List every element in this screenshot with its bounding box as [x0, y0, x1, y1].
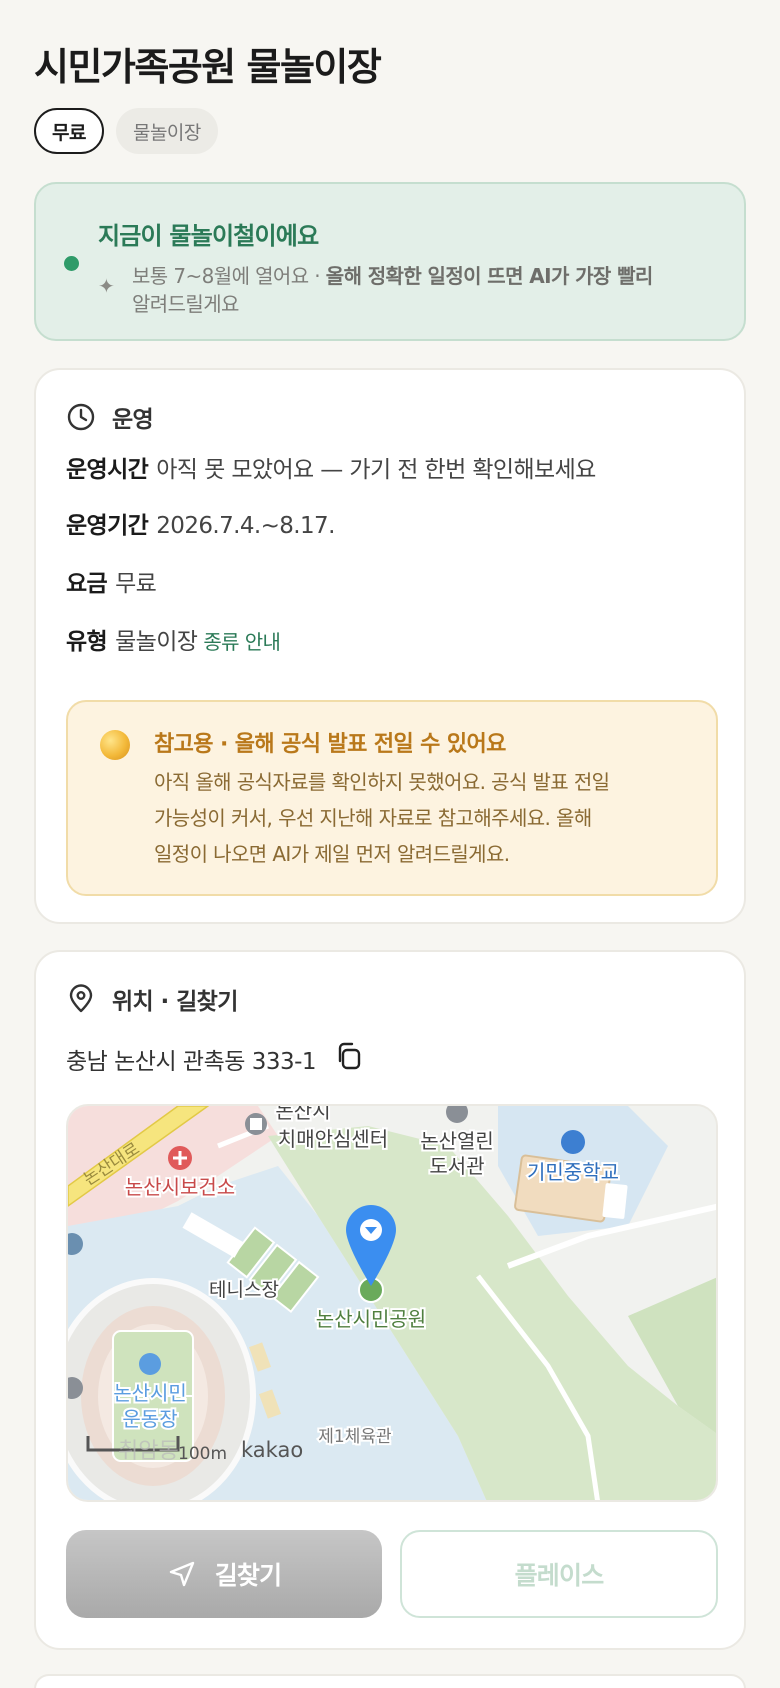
- info-value: 아직 못 모았어요 — 가기 전 한번 확인해보세요: [156, 457, 596, 483]
- season-title: 지금이 물놀이철이에요: [98, 222, 319, 250]
- sparkle-icon: ✦: [98, 274, 115, 298]
- map-label-park: 논산시민공원: [316, 1307, 426, 1331]
- next-card-edge: [34, 1674, 746, 1688]
- map-scale-label: 100m: [178, 1444, 227, 1464]
- place-button-label: 플레이스: [514, 1561, 605, 1590]
- map-label-faded: 취암동: [118, 1439, 179, 1464]
- status-dot-icon: [64, 256, 79, 271]
- address-text: 충남 논산시 관촉동 333-1: [66, 1049, 317, 1075]
- info-row-type: 유형 물놀이장 종류 안내: [66, 622, 281, 656]
- location-heading: 위치 · 길찾기: [112, 989, 238, 1015]
- map-label-school: 기민중학교: [527, 1160, 619, 1184]
- map-label-dementia-2: 치매안심센터: [278, 1127, 388, 1151]
- place-button[interactable]: 플레이스: [400, 1530, 718, 1618]
- type-guide-link[interactable]: 종류 안내: [203, 630, 281, 654]
- info-key: 요금: [66, 571, 108, 597]
- tag-category[interactable]: 물놀이장: [115, 108, 218, 154]
- map-label-gym: 제1체육관: [318, 1427, 391, 1447]
- info-key: 유형: [66, 629, 108, 655]
- tag-list: 무료 물놀이장: [34, 108, 218, 154]
- notice-line: 일정이 나오면 AI가 제일 먼저 알려드릴게요.: [154, 842, 510, 866]
- notice-line: 가능성이 커서, 우선 지난해 자료로 참고해주세요. 올해: [154, 806, 592, 830]
- season-description: 보통 7~8월에 열어요 · 올해 정확한 일정이 뜨면 AI가 가장 빨리알려…: [132, 262, 732, 318]
- season-desc-tail: 알려드릴게요: [132, 292, 239, 316]
- reference-notice: 참고용 · 올해 공식 발표 전일 수 있어요 아직 올해 공식자료를 확인하지…: [66, 700, 718, 896]
- map-label-library-1: 논산열린: [420, 1129, 494, 1153]
- notice-title: 참고용 · 올해 공식 발표 전일 수 있어요: [154, 732, 506, 757]
- info-key: 운영시간: [66, 457, 149, 483]
- season-banner: 지금이 물놀이철이에요 ✦ 보통 7~8월에 열어요 · 올해 정확한 일정이 …: [34, 182, 746, 341]
- info-value: 무료: [115, 571, 157, 597]
- info-value: 물놀이장: [115, 629, 198, 655]
- map-label-stadium-2: 운동장: [122, 1407, 177, 1431]
- notice-body: 아직 올해 공식자료를 확인하지 못했어요. 공식 발표 전일 가능성이 커서,…: [154, 764, 674, 872]
- season-desc-bold: 올해 정확한 일정이 뜨면 AI가 가장 빨리: [325, 264, 654, 288]
- operation-header: 운영: [66, 400, 154, 434]
- info-row-period: 운영기간 2026.7.4.~8.17.: [66, 506, 335, 540]
- info-row-fee: 요금 무료: [66, 564, 157, 598]
- operation-heading: 운영: [112, 407, 154, 433]
- info-row-hours: 운영시간 아직 못 모았어요 — 가기 전 한번 확인해보세요: [66, 450, 596, 484]
- map-label-stadium-1: 논산시민: [113, 1381, 187, 1405]
- notice-line: 아직 올해 공식자료를 확인하지 못했어요. 공식 발표 전일: [154, 770, 610, 794]
- map-label-tennis: 테니스장: [209, 1279, 279, 1301]
- info-key: 운영기간: [66, 513, 149, 539]
- map-provider-logo: kakao: [241, 1438, 303, 1462]
- pin-icon: [69, 984, 93, 1013]
- page-title: 시민가족공원 물놀이장: [34, 45, 382, 89]
- map-label-library-2: 도서관: [429, 1154, 484, 1178]
- route-button[interactable]: 길찾기: [66, 1530, 382, 1618]
- route-button-label: 길찾기: [214, 1561, 282, 1590]
- copy-icon[interactable]: [334, 1041, 364, 1071]
- map-canvas[interactable]: 논산대로 논산시 치매안심센터 논산열린 도서관 기민중학교 논산시보건소 테니…: [68, 1106, 718, 1502]
- operation-card: 운영 운영시간 아직 못 모았어요 — 가기 전 한번 확인해보세요 운영기간 20…: [34, 368, 746, 924]
- map-label-dementia-1: 논산시: [275, 1106, 330, 1123]
- detail-page: 시민가족공원 물놀이장 무료 물놀이장 지금이 물놀이철이에요 ✦ 보통 7~8…: [0, 0, 780, 1688]
- map-label-health-center: 논산시보건소: [125, 1175, 235, 1199]
- address-row: 충남 논산시 관촉동 333-1: [66, 1042, 364, 1076]
- clock-icon: [67, 403, 95, 431]
- location-card: 위치 · 길찾기 충남 논산시 관촉동 333-1 논산대로 논산시 치매안심센…: [34, 950, 746, 1650]
- location-header: 위치 · 길찾기: [66, 982, 238, 1016]
- location-map[interactable]: 논산대로 논산시 치매안심센터 논산열린 도서관 기민중학교 논산시보건소 테니…: [66, 1104, 718, 1502]
- navigation-arrow-icon: [169, 1561, 194, 1587]
- info-value: 2026.7.4.~8.17.: [156, 513, 335, 539]
- tag-free[interactable]: 무료: [34, 108, 104, 154]
- season-desc-plain: 보통 7~8월에 열어요 ·: [132, 264, 326, 288]
- coin-icon: [100, 730, 130, 760]
